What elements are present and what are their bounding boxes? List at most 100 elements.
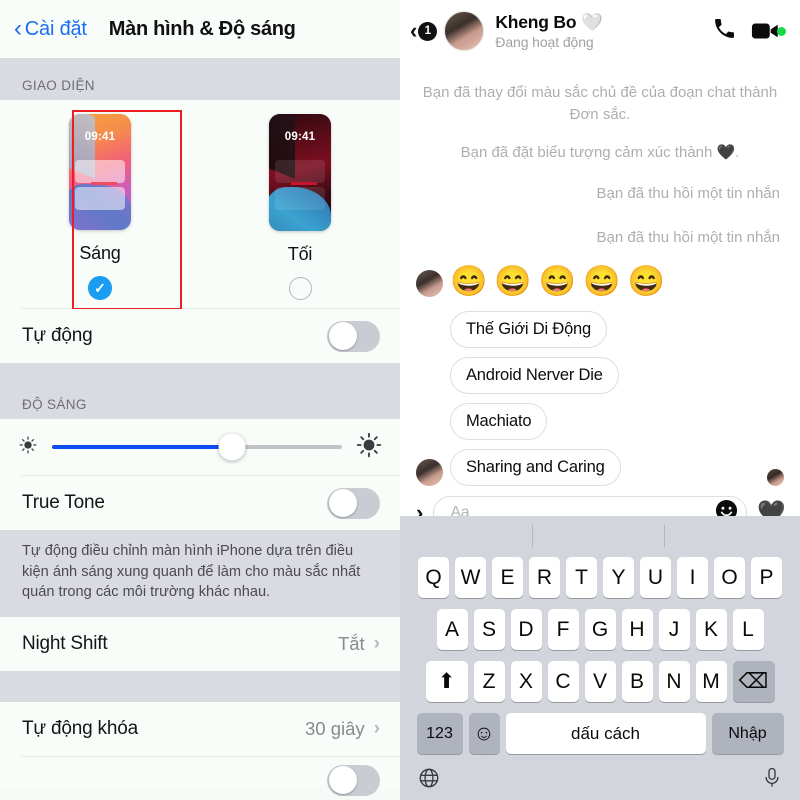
key-n[interactable]: N [658,661,690,702]
chevron-right-icon: › [373,633,380,655]
row-night-shift[interactable]: Night Shift Tắt › [0,617,400,672]
chat-back-button[interactable]: ‹ 1 [410,20,438,42]
key-a[interactable]: A [436,609,468,650]
numbers-key[interactable]: 123 [416,713,463,754]
light-mode-radio-selected[interactable]: ✓ [88,276,112,300]
key-v[interactable]: V [584,661,616,702]
key-g[interactable]: G [584,609,616,650]
contact-name: Kheng Bo [495,12,577,32]
light-mode-preview: 09:41 [69,114,131,231]
back-to-settings-button[interactable]: ‹ Cài đặt [14,17,87,41]
key-d[interactable]: D [510,609,542,650]
key-w[interactable]: W [455,557,486,598]
key-j[interactable]: J [658,609,690,650]
key-i[interactable]: I [677,557,708,598]
emoji-reaction[interactable]: 😄 [539,266,576,297]
key-p[interactable]: P [751,557,782,598]
emoji-reaction[interactable]: 😄 [494,266,531,297]
row-true-tone[interactable]: True Tone [0,476,400,530]
message-bubble[interactable]: Machiato [450,402,548,440]
dark-mode-label: Tối [287,244,313,265]
key-u[interactable]: U [640,557,671,598]
key-t[interactable]: T [566,557,597,598]
section-header-appearance: GIAO DIỆN [0,76,400,100]
key-r[interactable]: R [529,557,560,598]
auto-lock-label: Tự động khóa [22,718,138,740]
emoji-reaction[interactable]: 😄 [627,266,664,297]
key-z[interactable]: Z [473,661,505,702]
message-bubble[interactable]: Thế Giới Di Động [450,310,607,348]
key-f[interactable]: F [547,609,579,650]
emoji-message-row: 😄 😄 😄 😄 😄 [416,266,784,297]
night-shift-value-wrap: Tắt › [338,633,380,655]
dark-mode-radio-unselected[interactable] [288,277,312,300]
globe-icon[interactable] [418,767,440,794]
key-q[interactable]: Q [418,557,449,598]
preview-accent-line [91,182,117,185]
brightness-slider-fill [52,445,232,449]
messenger-panel: ‹ 1 Kheng Bo 🤍 Đang hoạt động Bạn đã tha… [400,0,800,800]
key-h[interactable]: H [621,609,653,650]
emoji-reaction[interactable]: 😄 [583,266,620,297]
key-o[interactable]: O [714,557,745,598]
row-auto-label: Tự động [22,325,93,346]
light-mode-label: Sáng [79,243,121,264]
microphone-icon[interactable] [762,767,782,794]
sun-small-icon [18,435,38,460]
message-bubble[interactable]: Sharing and Caring [450,448,621,486]
back-label: Cài đặt [24,17,87,40]
key-y[interactable]: Y [603,557,634,598]
message-row-last: Sharing and Caring [416,448,784,486]
row-partial-cutoff[interactable] [0,757,400,796]
check-icon: ✓ [94,279,106,296]
partial-row-toggle[interactable] [327,764,380,796]
brightness-slider-row [0,419,400,475]
emoji-reaction[interactable]: 😄 [450,266,487,297]
keyboard-row-3: ⬆ ZXCVBNM ⌫ [400,661,800,702]
key-l[interactable]: L [732,609,764,650]
message-row: Android Nerver Die [416,356,784,394]
chat-identity[interactable]: Kheng Bo 🤍 Đang hoạt động [495,12,712,50]
key-x[interactable]: X [510,661,542,702]
keyboard-row-2: ASDFGHJKL [400,609,800,650]
brightness-slider[interactable] [52,433,342,461]
appearance-option-light[interactable]: 09:41 Sáng ✓ [0,114,200,300]
brightness-slider-thumb[interactable] [218,433,246,461]
onscreen-keyboard: QWERTYUIOP ASDFGHJKL ⬆ ZXCVBNM ⌫ 123 ☺ d… [400,516,800,800]
key-b[interactable]: B [621,661,653,702]
true-tone-toggle[interactable] [327,487,380,519]
section-gap-3 [0,671,400,703]
auto-appearance-toggle[interactable] [327,320,380,352]
active-status: Đang hoạt động [495,34,594,50]
chevron-right-icon-2: › [373,718,380,740]
backspace-key[interactable]: ⌫ [732,661,775,702]
page-title: Màn hình & Độ sáng [108,17,296,40]
phone-icon[interactable] [712,16,737,46]
key-s[interactable]: S [473,609,505,650]
key-e[interactable]: E [492,557,523,598]
row-auto-lock[interactable]: Tự động khóa 30 giây › [0,702,400,757]
space-key[interactable]: dấu cách [505,713,706,754]
keyboard-bottom-bar [400,765,800,800]
emoji-key[interactable]: ☺ [468,713,500,754]
avatar[interactable] [444,11,485,51]
keyboard-row-4: 123 ☺ dấu cách Nhập [400,713,800,754]
system-message: Bạn đã thu hồi một tin nhắn [596,185,780,203]
row-auto-appearance[interactable]: Tự động [0,309,400,363]
night-shift-value: Tắt [337,633,365,655]
avatar-spacer [416,321,443,348]
key-c[interactable]: C [547,661,579,702]
shift-key[interactable]: ⬆ [425,661,468,702]
sender-avatar[interactable] [416,269,443,297]
message-bubble[interactable]: Android Nerver Die [450,356,619,394]
key-k[interactable]: K [695,609,727,650]
video-icon[interactable] [751,20,786,42]
key-m[interactable]: M [695,661,727,702]
section-gap-2 [0,363,400,393]
enter-key[interactable]: Nhập [711,713,784,754]
sender-avatar[interactable] [416,458,443,486]
settings-navbar: ‹ Cài đặt Màn hình & Độ sáng [0,0,400,58]
appearance-option-dark[interactable]: 09:41 Tối [200,114,400,300]
preview-accent-line-dark [291,182,317,185]
dark-mode-preview: 09:41 [269,114,331,232]
